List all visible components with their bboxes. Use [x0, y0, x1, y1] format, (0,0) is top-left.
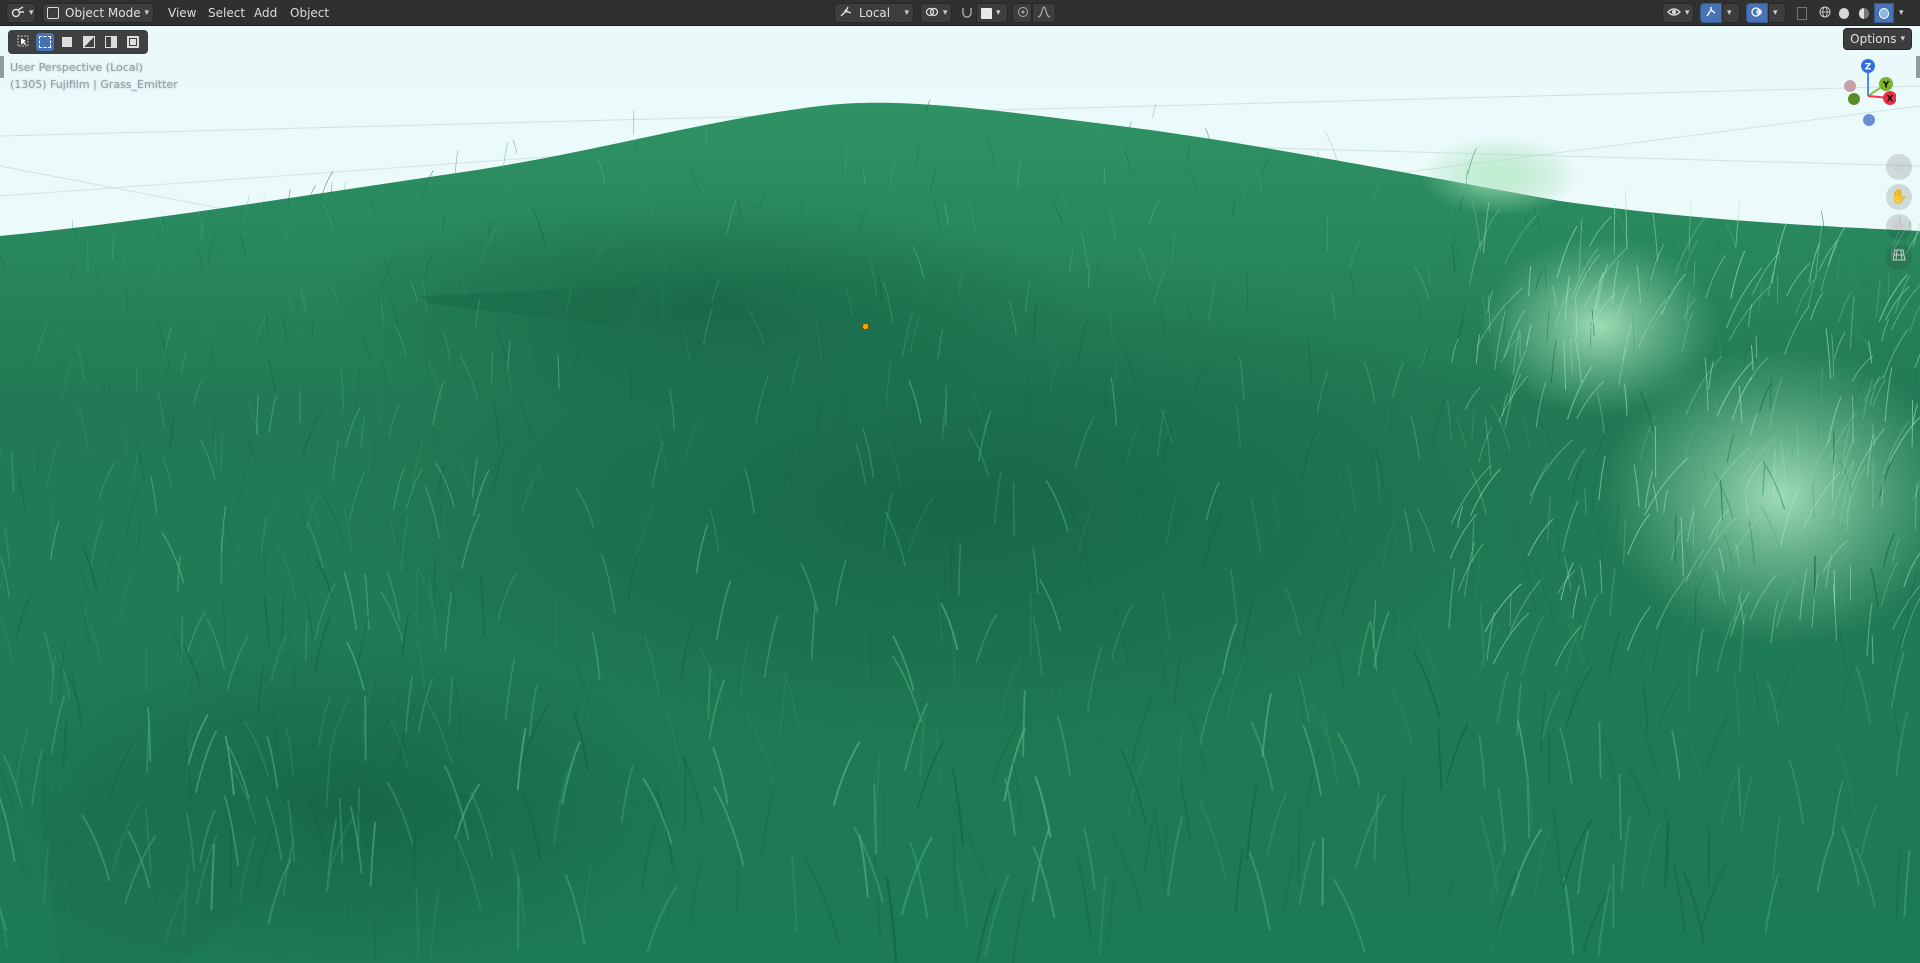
wireframe-shading-button[interactable]: [1814, 3, 1834, 23]
camera-icon: [1892, 219, 1906, 235]
chevron-down-icon: ▾: [144, 8, 149, 18]
chevron-down-icon: ▾: [943, 8, 948, 18]
view-perspective-label: User Perspective (Local): [10, 61, 143, 74]
select-box-new-button[interactable]: [36, 33, 54, 51]
pan-button[interactable]: ✋: [1886, 184, 1912, 210]
gizmo-dropdown[interactable]: ▾: [1722, 3, 1740, 23]
visibility-eye-icon: [1667, 6, 1681, 21]
left-region-toggle[interactable]: [0, 56, 4, 78]
chevron-down-icon: ▾: [1900, 34, 1905, 44]
menu-view[interactable]: View: [168, 3, 196, 23]
menu-select[interactable]: Select: [208, 3, 245, 23]
options-label: Options: [1850, 32, 1897, 46]
gizmo-neg-x-axis[interactable]: [1844, 80, 1856, 92]
chevron-down-icon: ▾: [1899, 8, 1904, 18]
viewport-header: ▾ Object Mode ▾ View Select Add Object L…: [0, 0, 1920, 26]
select-subtract-icon: [83, 36, 95, 48]
gizmo-toggle[interactable]: [1700, 3, 1722, 23]
snap-target-dropdown[interactable]: ▾: [976, 3, 1008, 23]
rendered-shading-button[interactable]: [1874, 3, 1894, 23]
zoom-button[interactable]: ⊕: [1886, 154, 1912, 180]
xray-toggle[interactable]: [1792, 3, 1812, 23]
material-shading-button[interactable]: [1854, 3, 1874, 23]
material-shading-icon: [1859, 7, 1869, 19]
chevron-down-icon: ▾: [1773, 8, 1778, 18]
falloff-dropdown[interactable]: [1032, 3, 1056, 23]
gizmo-y-label: Y: [1882, 81, 1890, 91]
chevron-down-icon: ▾: [1727, 8, 1732, 18]
gizmo-neg-z-axis[interactable]: [1863, 114, 1875, 126]
3d-viewport[interactable]: Options ▾ User Perspective (Local) (1305…: [0, 26, 1920, 963]
select-intersect-button[interactable]: [124, 33, 142, 51]
zoom-icon: ⊕: [1893, 159, 1905, 175]
right-region-toggle[interactable]: [1916, 56, 1920, 78]
camera-view-button[interactable]: [1886, 214, 1912, 240]
select-extend-button[interactable]: [58, 33, 76, 51]
object-mode-icon: [47, 7, 59, 19]
gizmo-icon: [1705, 6, 1717, 21]
xray-icon: [1797, 6, 1807, 20]
solid-shading-button[interactable]: [1834, 3, 1854, 23]
overlay-toggle[interactable]: [1746, 3, 1768, 23]
overlay-icon: [1751, 6, 1763, 21]
snap-target-icon: [981, 7, 992, 19]
perspective-toggle-button[interactable]: [1886, 244, 1912, 270]
select-intersect-icon: [127, 36, 139, 48]
frame-object-label: (1305) Fujifilm | Grass_Emitter: [10, 78, 178, 91]
select-tool-button[interactable]: [14, 33, 32, 51]
falloff-curve-icon: [1037, 5, 1051, 21]
3d-viewport-icon: [11, 5, 25, 21]
visibility-dropdown[interactable]: ▾: [1662, 3, 1694, 23]
viewport-tool-header: [8, 30, 148, 54]
chevron-down-icon: ▾: [29, 8, 34, 18]
snap-toggle[interactable]: [956, 3, 976, 23]
chevron-down-icon: ▾: [996, 8, 1001, 18]
pivot-icon: [925, 6, 939, 21]
object-origin-dot: [862, 323, 869, 330]
solid-shading-icon: [1839, 7, 1849, 19]
wireframe-shading-icon: [1819, 6, 1831, 21]
editor-type-button[interactable]: ▾: [6, 3, 36, 23]
proportional-edit-toggle[interactable]: [1012, 3, 1032, 23]
grass-scene: [0, 26, 1920, 963]
rendered-shading-icon: [1879, 7, 1889, 19]
mode-dropdown[interactable]: Object Mode ▾: [42, 3, 154, 23]
gizmo-neg-y-axis[interactable]: [1848, 93, 1860, 105]
menu-add[interactable]: Add: [254, 3, 277, 23]
gizmo-z-label: Z: [1865, 63, 1872, 73]
select-extend-icon: [62, 37, 72, 47]
chevron-down-icon: ▾: [1685, 8, 1690, 18]
transform-orientation-dropdown[interactable]: Local ▾: [834, 3, 914, 23]
shading-dropdown[interactable]: ▾: [1894, 3, 1910, 23]
pan-hand-icon: ✋: [1890, 189, 1908, 205]
select-new-icon: [39, 36, 51, 48]
navigation-gizmo[interactable]: Z Y X: [1826, 56, 1896, 136]
gizmo-x-label: X: [1887, 95, 1894, 105]
chevron-down-icon: ▾: [904, 8, 909, 18]
proportional-edit-icon: [1017, 6, 1029, 21]
cursor-select-icon: [17, 35, 29, 50]
select-invert-icon: [105, 36, 117, 48]
mode-label: Object Mode: [65, 6, 141, 20]
pivot-point-dropdown[interactable]: ▾: [920, 3, 952, 23]
snap-icon: [961, 6, 973, 21]
orientation-icon: [839, 6, 853, 21]
options-dropdown[interactable]: Options ▾: [1843, 28, 1912, 50]
select-invert-button[interactable]: [102, 33, 120, 51]
overlay-dropdown[interactable]: ▾: [1768, 3, 1786, 23]
menu-object[interactable]: Object: [290, 3, 329, 23]
grid-toggle-icon: [1892, 248, 1906, 266]
select-subtract-button[interactable]: [80, 33, 98, 51]
orientation-label: Local: [859, 6, 891, 20]
